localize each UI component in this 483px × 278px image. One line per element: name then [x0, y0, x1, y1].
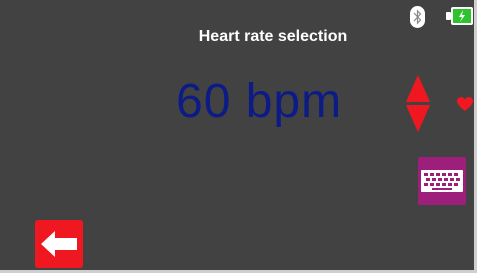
page-title: Heart rate selection	[198, 28, 348, 45]
device-screen: Heart rate selection 60 bpm	[0, 0, 477, 273]
bluetooth-icon	[410, 6, 425, 28]
back-button[interactable]	[35, 220, 83, 268]
battery-charging-icon	[451, 7, 473, 25]
keyboard-button[interactable]	[418, 157, 466, 205]
back-arrow-icon	[41, 231, 77, 257]
heart-icon	[456, 96, 474, 117]
heart-rate-value: 60 bpm	[176, 75, 343, 128]
keyboard-icon	[421, 170, 463, 192]
up-down-arrows-icon[interactable]	[405, 75, 431, 138]
